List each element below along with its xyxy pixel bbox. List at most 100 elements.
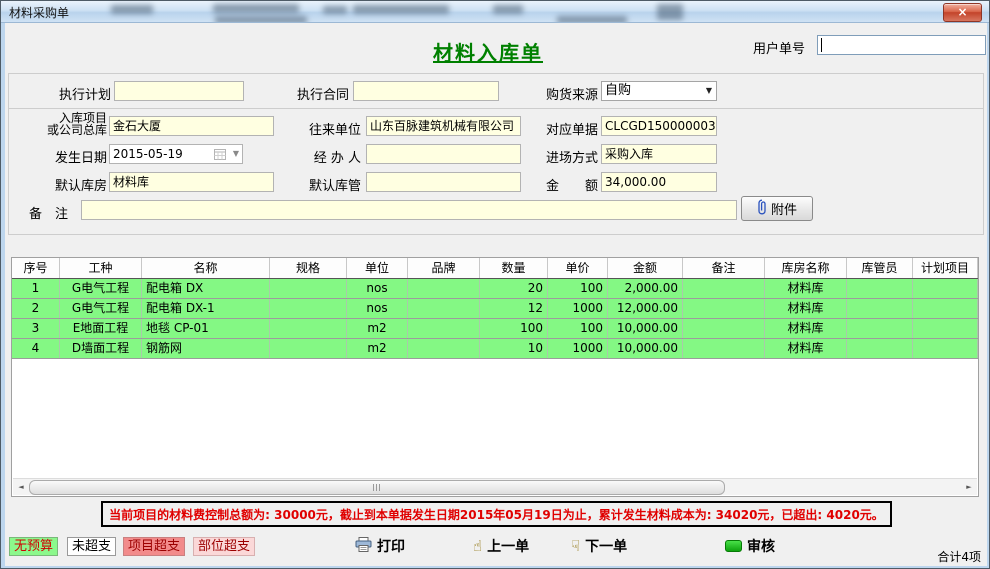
column-header[interactable]: 计划项目 [913, 258, 978, 278]
table-cell[interactable] [913, 319, 978, 338]
table-cell[interactable]: m2 [347, 319, 408, 338]
column-header[interactable]: 库管员 [847, 258, 913, 278]
table-cell[interactable]: E地面工程 [60, 319, 142, 338]
column-header[interactable]: 单位 [347, 258, 408, 278]
table-cell[interactable]: 2,000.00 [608, 279, 683, 298]
ref-doc-input[interactable]: CLCGD150000003 [601, 116, 717, 136]
user-no-input[interactable] [817, 35, 986, 55]
table-cell[interactable] [683, 339, 765, 358]
date-input[interactable]: 2015-05-19 ▼ [109, 144, 243, 164]
table-cell[interactable]: 1000 [548, 339, 608, 358]
purchase-source-select[interactable]: 自购 ▼ [601, 81, 717, 101]
table-cell[interactable]: 2 [12, 299, 60, 318]
table-cell[interactable] [683, 279, 765, 298]
column-header[interactable]: 序号 [12, 258, 60, 278]
previous-record-button[interactable]: ☝ 上一单 [473, 536, 529, 556]
table-cell[interactable]: G电气工程 [60, 299, 142, 318]
project-input[interactable]: 金石大厦 [109, 116, 274, 136]
table-cell[interactable]: 1000 [548, 299, 608, 318]
table-cell[interactable]: nos [347, 279, 408, 298]
table-cell[interactable]: 10,000.00 [608, 319, 683, 338]
table-cell[interactable]: D墙面工程 [60, 339, 142, 358]
table-row[interactable]: 3E地面工程地毯 CP-01 m2 10010010,000.00 材料库 [12, 319, 978, 339]
table-cell[interactable]: 地毯 CP-01 [142, 319, 270, 338]
table-cell[interactable]: 3 [12, 319, 60, 338]
chevron-down-icon[interactable]: ▼ [706, 82, 712, 100]
amount-input[interactable]: 34,000.00 [601, 172, 717, 192]
counterparty-input[interactable]: 山东百脉建筑机械有限公司 [366, 116, 521, 136]
default-keeper-input[interactable] [366, 172, 521, 192]
table-row[interactable]: 2G电气工程配电箱 DX-1 nos 12100012,000.00 材料库 [12, 299, 978, 319]
table-cell[interactable] [847, 299, 913, 318]
table-cell[interactable]: 钢筋网 [142, 339, 270, 358]
horizontal-scrollbar[interactable]: ◄ ► [13, 478, 977, 495]
table-row[interactable]: 4D墙面工程钢筋网 m2 10100010,000.00 材料库 [12, 339, 978, 359]
table-cell[interactable] [847, 319, 913, 338]
scroll-right-icon[interactable]: ► [962, 481, 976, 493]
table-cell[interactable]: 材料库 [765, 299, 847, 318]
close-icon[interactable]: × [943, 3, 982, 22]
table-cell[interactable] [847, 339, 913, 358]
table-cell[interactable] [408, 319, 480, 338]
next-record-label: 下一单 [585, 536, 627, 556]
table-cell[interactable] [847, 279, 913, 298]
column-header[interactable]: 数量 [480, 258, 548, 278]
table-cell[interactable]: 材料库 [765, 319, 847, 338]
table-cell[interactable] [683, 319, 765, 338]
attachment-button[interactable]: 附件 [741, 196, 813, 221]
table-cell[interactable] [270, 319, 347, 338]
exec-contract-input[interactable] [353, 81, 499, 101]
table-cell[interactable] [270, 299, 347, 318]
column-header[interactable]: 规格 [270, 258, 347, 278]
table-cell[interactable]: 12 [480, 299, 548, 318]
table-cell[interactable] [270, 279, 347, 298]
table-cell[interactable] [913, 339, 978, 358]
table-cell[interactable] [408, 279, 480, 298]
table-cell[interactable]: 1 [12, 279, 60, 298]
entry-mode-label: 进场方式 [534, 147, 598, 166]
column-header[interactable]: 金额 [608, 258, 683, 278]
chevron-down-icon[interactable]: ▼ [233, 145, 239, 163]
table-cell[interactable]: 配电箱 DX-1 [142, 299, 270, 318]
table-cell[interactable]: 100 [480, 319, 548, 338]
column-header[interactable]: 品牌 [408, 258, 480, 278]
table-cell[interactable]: m2 [347, 339, 408, 358]
table-cell[interactable]: 10,000.00 [608, 339, 683, 358]
audit-button[interactable]: 审核 [725, 536, 775, 556]
column-header[interactable]: 名称 [142, 258, 270, 278]
table-cell[interactable] [408, 339, 480, 358]
column-header[interactable]: 库房名称 [765, 258, 847, 278]
table-cell[interactable]: nos [347, 299, 408, 318]
table-cell[interactable]: 12,000.00 [608, 299, 683, 318]
scroll-left-icon[interactable]: ◄ [14, 481, 28, 493]
table-cell[interactable] [913, 279, 978, 298]
scrollbar-thumb[interactable] [29, 480, 725, 495]
table-cell[interactable]: 材料库 [765, 279, 847, 298]
remark-input[interactable] [81, 200, 737, 220]
table-cell[interactable] [683, 299, 765, 318]
handler-input[interactable] [366, 144, 521, 164]
column-header[interactable]: 工种 [60, 258, 142, 278]
items-table: 序号工种名称规格单位品牌数量单价金额备注库房名称库管员计划项目 1G电气工程配电… [11, 257, 979, 497]
table-cell[interactable] [913, 299, 978, 318]
column-header[interactable]: 备注 [683, 258, 765, 278]
default-warehouse-input[interactable]: 材料库 [109, 172, 274, 192]
table-cell[interactable]: G电气工程 [60, 279, 142, 298]
table-cell[interactable]: 20 [480, 279, 548, 298]
entry-mode-input[interactable]: 采购入库 [601, 144, 717, 164]
print-button[interactable]: 打印 [355, 536, 405, 556]
column-header[interactable]: 单价 [548, 258, 608, 278]
table-cell[interactable]: 材料库 [765, 339, 847, 358]
table-cell[interactable]: 配电箱 DX [142, 279, 270, 298]
table-cell[interactable] [270, 339, 347, 358]
table-cell[interactable]: 4 [12, 339, 60, 358]
exec-plan-input[interactable] [114, 81, 244, 101]
table-cell[interactable]: 10 [480, 339, 548, 358]
table-cell[interactable] [408, 299, 480, 318]
title-bar[interactable]: 材料采购单 × [1, 1, 989, 23]
next-record-button[interactable]: ☟ 下一单 [571, 536, 627, 556]
table-cell[interactable]: 100 [548, 319, 608, 338]
calendar-icon[interactable] [214, 147, 226, 165]
table-cell[interactable]: 100 [548, 279, 608, 298]
table-row[interactable]: 1G电气工程配电箱 DX nos 201002,000.00 材料库 [12, 279, 978, 299]
